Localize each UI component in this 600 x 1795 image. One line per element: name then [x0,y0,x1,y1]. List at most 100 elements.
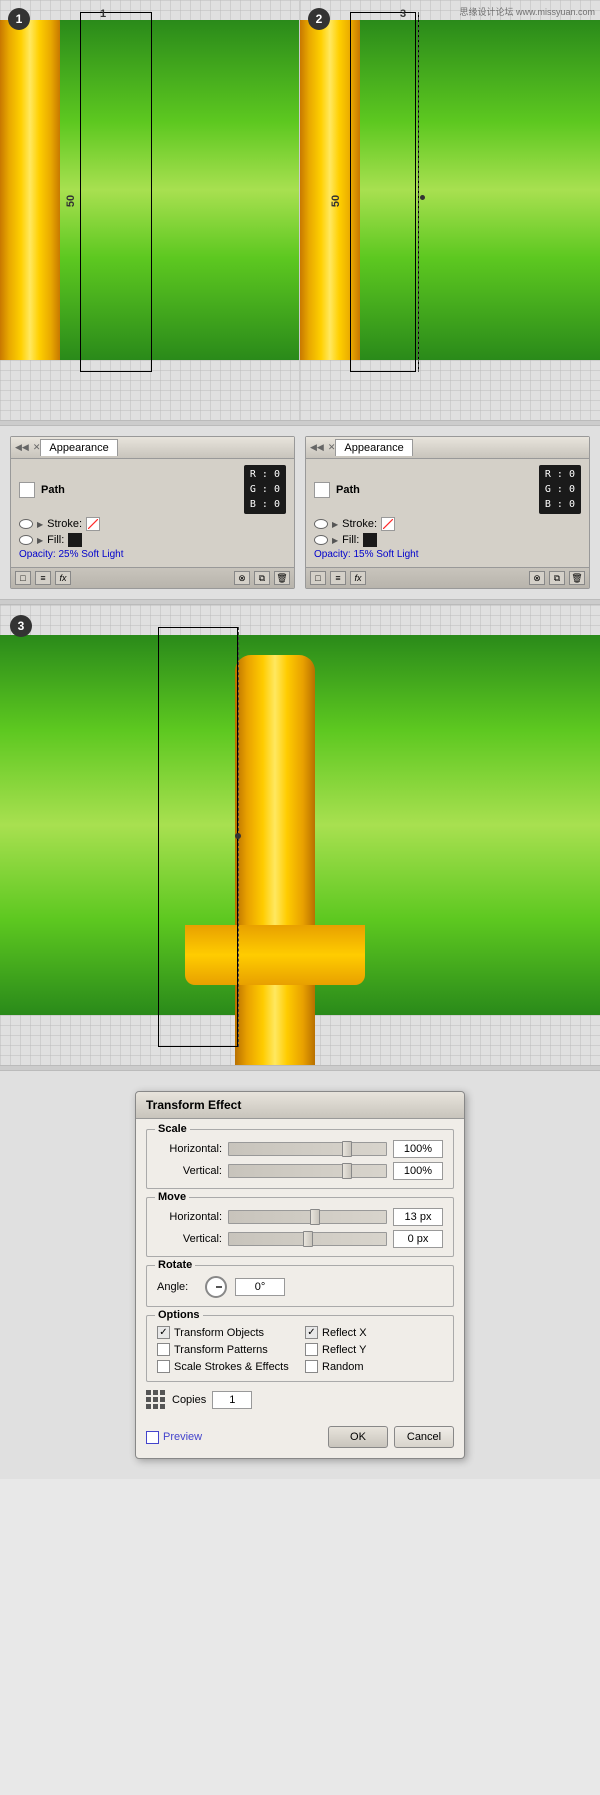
preview-row: Preview [146,1431,202,1444]
move-horizontal-thumb[interactable] [310,1209,320,1225]
transform-patterns-checkbox[interactable] [157,1343,170,1356]
dialog-overlay: Transform Effect Scale Horizontal: 100% … [0,1071,600,1479]
appearance-panel-1: ◀◀ ✕ Appearance Path R : 0 G : 0 B : 0 [10,436,295,589]
step-circle-2: 2 [308,8,330,30]
reflect-x-checkbox[interactable]: ✓ [305,1326,318,1339]
dialog-footer: Preview OK Cancel [136,1420,464,1458]
stroke-row-1: ▶ Stroke: [15,516,290,532]
reflect-x-row: ✓ Reflect X [305,1326,443,1339]
panel-footer-2: □ ≡ fx ⊗ ⧉ 🗑 [306,567,589,588]
opacity-row-1[interactable]: Opacity: 25% Soft Light [15,548,290,563]
stroke-swatch-2[interactable] [381,517,395,531]
appearance-tab-2[interactable]: Appearance [335,439,412,456]
preview-label: Preview [163,1431,202,1443]
anchor-dot-2 [420,195,425,200]
move-vertical-value[interactable]: 0 px [393,1230,443,1248]
move-horizontal-value[interactable]: 13 px [393,1208,443,1226]
panel-resize-2: ◀◀ ✕ [310,442,335,453]
stroke-row-2: ▶ Stroke: [310,516,585,532]
path-label-1: Path [41,484,244,496]
scale-vertical-label: Vertical: [157,1165,222,1177]
fx-icon-1[interactable]: fx [55,571,71,585]
expand-icon-stroke-2[interactable]: ▶ [332,520,338,529]
dial-indicator [216,1286,222,1288]
options-group: Options ✓ Transform Objects ✓ Reflect X … [146,1315,454,1382]
duplicate-icon-2[interactable]: ⊗ [529,571,545,585]
dialog-title: Transform Effect [136,1092,464,1119]
scale-horizontal-value[interactable]: 100% [393,1140,443,1158]
middle-pipe-section: 3 [0,605,600,1065]
copies-label: Copies [172,1394,206,1406]
stroke-swatch-1[interactable] [86,517,100,531]
pipe-number-1: 50 [65,195,77,207]
copy-icon-1[interactable]: ⧉ [254,571,270,585]
middle-yellow-pipe [235,655,315,1065]
random-checkbox[interactable] [305,1360,318,1373]
move-vertical-thumb[interactable] [303,1231,313,1247]
transform-objects-checkbox[interactable]: ✓ [157,1326,170,1339]
dialog-body: Scale Horizontal: 100% Vertical: 100% [136,1119,464,1420]
middle-anchor-dot [235,833,241,839]
fill-swatch-1[interactable] [68,533,82,547]
scale-horizontal-row: Horizontal: 100% [157,1140,443,1158]
options-group-title: Options [155,1309,203,1321]
duplicate-icon-1[interactable]: ⊗ [234,571,250,585]
expand-icon-fill-2[interactable]: ▶ [332,536,338,545]
random-label: Random [322,1361,364,1373]
new-layer-icon-2[interactable]: □ [310,571,326,585]
rgb-display-1: R : 0 G : 0 B : 0 [244,465,286,514]
panel-resize-1: ◀◀ ✕ [15,442,40,453]
panel-body-1: Path R : 0 G : 0 B : 0 ▶ Stroke: ▶ Fill: [11,459,294,567]
expand-icon-fill-1[interactable]: ▶ [37,536,43,545]
scale-group: Scale Horizontal: 100% Vertical: 100% [146,1129,454,1189]
panel-titlebar-2: ◀◀ ✕ Appearance [306,437,589,459]
angle-value[interactable]: 0° [235,1278,285,1296]
fx-icon-2[interactable]: fx [350,571,366,585]
appearance-panel-2: ◀◀ ✕ Appearance Path R : 0 G : 0 B : 0 ▶ [305,436,590,589]
move-horizontal-label: Horizontal: [157,1211,222,1223]
fill-swatch-2[interactable] [363,533,377,547]
reflect-y-row: Reflect Y [305,1343,443,1356]
fill-row-1: ▶ Fill: [15,532,290,548]
expand-icon-stroke-1[interactable]: ▶ [37,520,43,529]
path-swatch-2 [314,482,330,498]
scale-vertical-slider[interactable] [228,1164,387,1178]
move-vertical-slider[interactable] [228,1232,387,1246]
fill-row-2: ▶ Fill: [310,532,585,548]
step-badge-2: 2 [308,8,330,30]
scale-strokes-checkbox[interactable] [157,1360,170,1373]
scale-horizontal-thumb[interactable] [342,1141,352,1157]
dashed-line-2 [418,12,419,372]
green-background-2 [300,20,600,360]
opacity-row-2[interactable]: Opacity: 15% Soft Light [310,548,585,563]
visibility-icon-stroke-1[interactable] [19,519,33,529]
scale-vertical-value[interactable]: 100% [393,1162,443,1180]
scale-horizontal-slider[interactable] [228,1142,387,1156]
step-badge-1: 1 [8,8,30,30]
copies-value[interactable]: 1 [212,1391,252,1409]
scale-vertical-thumb[interactable] [342,1163,352,1179]
appearance-tab-1[interactable]: Appearance [40,439,117,456]
new-layer-icon-1[interactable]: □ [15,571,31,585]
middle-step-circle: 3 [10,615,32,637]
panel-menu-icon-2[interactable]: ≡ [330,571,346,585]
move-horizontal-slider[interactable] [228,1210,387,1224]
preview-checkbox[interactable] [146,1431,159,1444]
visibility-icon-stroke-2[interactable] [314,519,328,529]
angle-dial[interactable] [205,1276,227,1298]
scale-strokes-row: Scale Strokes & Effects [157,1360,295,1373]
random-row: Random [305,1360,443,1373]
copy-icon-2[interactable]: ⧉ [549,571,565,585]
path-row-1: Path R : 0 G : 0 B : 0 [15,463,290,516]
panel-menu-icon-1[interactable]: ≡ [35,571,51,585]
visibility-icon-fill-2[interactable] [314,535,328,545]
cancel-button[interactable]: Cancel [394,1426,454,1448]
path-row-2: Path R : 0 G : 0 B : 0 [310,463,585,516]
appearance-section: ◀◀ ✕ Appearance Path R : 0 G : 0 B : 0 [0,426,600,599]
pipe-panel-2: 2 3 50 [300,0,600,420]
delete-icon-1[interactable]: 🗑 [274,571,290,585]
visibility-icon-fill-1[interactable] [19,535,33,545]
delete-icon-2[interactable]: 🗑 [569,571,585,585]
reflect-y-checkbox[interactable] [305,1343,318,1356]
ok-button[interactable]: OK [328,1426,388,1448]
